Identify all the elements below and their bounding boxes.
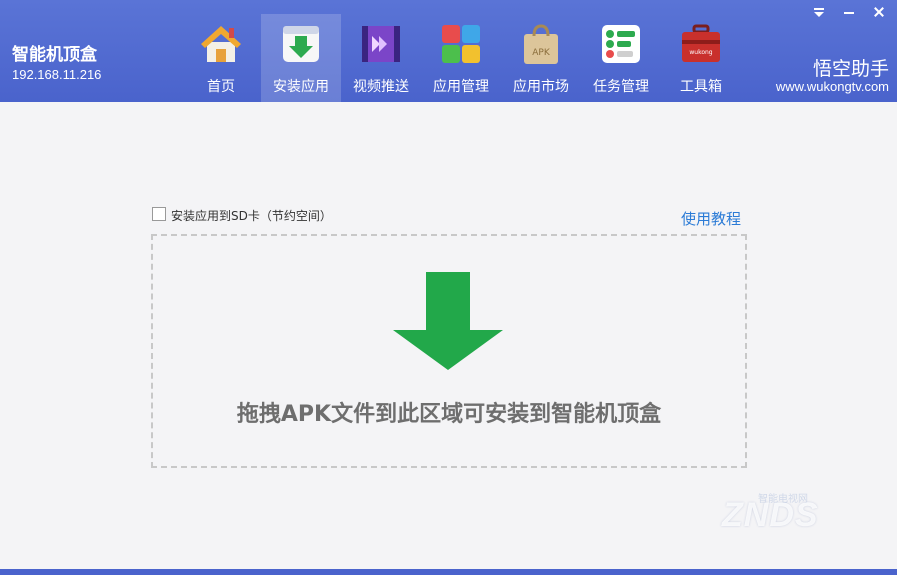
bottom-border [0, 569, 897, 575]
nav-item-video-push[interactable]: 视频推送 [341, 14, 421, 102]
nav-item-task-manage[interactable]: 任务管理 [581, 14, 661, 102]
video-push-icon [362, 26, 400, 62]
nav-item-app-market[interactable]: APK 应用市场 [501, 14, 581, 102]
dropdown-icon[interactable] [811, 4, 827, 20]
nav-label-home: 首页 [207, 79, 235, 95]
watermark-logo-text: ZNDS [722, 496, 819, 534]
apk-market-bag-icon: APK [524, 24, 558, 64]
task-manage-icon [602, 25, 640, 63]
nav-item-home[interactable]: 首页 [181, 14, 261, 102]
top-header-bar: 智能机顶盒 192.168.11.216 首页 安装应用 视频推送 应用管理 A… [0, 0, 897, 102]
sd-card-checkbox-label: 安装应用到SD卡（节约空间） [171, 209, 332, 223]
download-arrow-icon [393, 272, 503, 370]
toolbox-icon: wukong [682, 24, 720, 62]
nav-label-app-manage: 应用管理 [433, 79, 489, 95]
drop-zone-instruction: 拖拽APK文件到此区域可安装到智能机顶盒 [236, 402, 662, 427]
install-download-icon [283, 26, 319, 62]
nav-item-app-manage[interactable]: 应用管理 [421, 14, 501, 102]
sd-card-checkbox[interactable] [152, 207, 166, 221]
device-ip: 192.168.11.216 [12, 67, 102, 82]
nav-item-install[interactable]: 安装应用 [261, 14, 341, 102]
tutorial-link[interactable]: 使用教程 [681, 208, 741, 229]
nav-label-toolbox: 工具箱 [680, 79, 722, 95]
nav-label-task-manage: 任务管理 [593, 79, 649, 95]
nav-label-install: 安装应用 [273, 79, 329, 95]
znds-watermark: 智能电视网 ZNDS [700, 474, 860, 544]
app-manage-icon [442, 25, 480, 63]
main-nav: 首页 安装应用 视频推送 应用管理 APK 应用市场 任务管理 wukong 工… [181, 14, 741, 102]
home-icon [201, 26, 241, 62]
apk-drop-zone[interactable]: 拖拽APK文件到此区域可安装到智能机顶盒 [151, 234, 747, 468]
svg-text:APK: APK [532, 48, 551, 58]
minimize-icon[interactable] [841, 4, 857, 20]
window-controls [811, 4, 887, 20]
toolbox-badge: wukong [689, 49, 712, 56]
nav-label-video-push: 视频推送 [353, 79, 409, 95]
nav-item-toolbox[interactable]: wukong 工具箱 [661, 14, 741, 102]
brand-title: 悟空助手 [812, 58, 889, 80]
device-name: 智能机顶盒 [12, 45, 97, 65]
brand-url: www.wukongtv.com [775, 79, 889, 94]
nav-label-app-market: 应用市场 [513, 79, 569, 95]
close-icon[interactable] [871, 4, 887, 20]
